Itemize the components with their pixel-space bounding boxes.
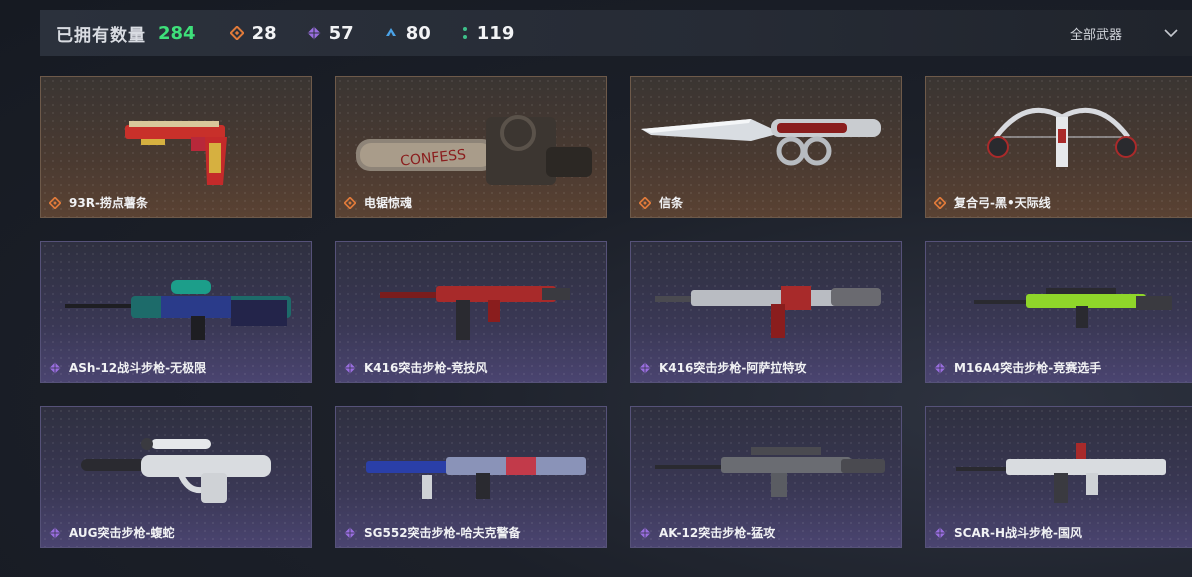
weapon-card[interactable]: CONFESS 电锯惊魂	[335, 76, 607, 218]
weapon-caption: M16A4突击步枪-竞赛选手	[934, 359, 1101, 376]
weapon-name: 复合弓-黑•天际线	[954, 196, 1051, 210]
orange-diamond-icon	[229, 26, 244, 40]
stat-green-value: 119	[476, 22, 515, 44]
rifle-image	[366, 457, 586, 499]
rifle-image	[655, 447, 885, 497]
purple-diamond-icon	[934, 527, 946, 538]
weapon-name: 93R-捞点薯条	[69, 196, 148, 210]
weapon-caption: AUG突击步枪-蝮蛇	[49, 524, 175, 541]
rifle-image	[974, 288, 1172, 328]
stat-purple-value: 57	[328, 22, 354, 44]
weapon-card[interactable]: K416突击步枪-竞技风	[335, 241, 607, 383]
weapon-name: 信条	[659, 196, 684, 210]
weapon-card[interactable]: 信条	[630, 76, 902, 218]
purple-diamond-icon	[344, 527, 356, 538]
orange-diamond-icon	[934, 196, 946, 209]
weapon-name: AK-12突击步枪-猛攻	[659, 526, 776, 540]
weapon-caption: 复合弓-黑•天际线	[934, 194, 1051, 211]
weapon-card[interactable]: ASh-12战斗步枪-无极限	[40, 241, 312, 383]
orange-diamond-icon	[344, 196, 356, 209]
stat-green: 119	[461, 22, 515, 44]
purple-diamond-icon	[934, 362, 946, 373]
weapon-caption: 信条	[639, 194, 683, 211]
weapon-card[interactable]: AUG突击步枪-蝮蛇	[40, 406, 312, 548]
weapon-caption: 电锯惊魂	[344, 194, 412, 211]
purple-diamond-icon	[639, 527, 651, 538]
inventory-header: 已拥有数量 284 28 57 80 119 全部武器	[40, 10, 1192, 56]
blue-triangle-icon	[385, 28, 396, 36]
rifle-image	[81, 438, 271, 503]
weapon-caption: K416突击步枪-阿萨拉特攻	[639, 359, 806, 376]
stat-orange-value: 28	[251, 22, 277, 44]
weapon-name: M16A4突击步枪-竞赛选手	[954, 361, 1102, 375]
pistol-image	[125, 121, 227, 185]
purple-diamond-icon	[639, 362, 651, 373]
weapon-card[interactable]: SG552突击步枪-哈夫克警备	[335, 406, 607, 548]
stat-orange: 28	[229, 22, 277, 44]
purple-diamond-icon	[49, 362, 61, 373]
stat-blue-value: 80	[405, 22, 431, 44]
weapon-card[interactable]: 复合弓-黑•天际线	[925, 76, 1192, 218]
weapon-name: K416突击步枪-竞技风	[364, 361, 488, 375]
compound-bow-image	[987, 107, 1137, 167]
weapon-name: ASh-12战斗步枪-无极限	[69, 361, 207, 375]
knife-image	[641, 119, 881, 166]
weapon-caption: K416突击步枪-竞技风	[344, 359, 487, 376]
chevron-down-icon	[1164, 29, 1178, 38]
purple-diamond-icon	[307, 26, 321, 40]
weapon-name: K416突击步枪-阿萨拉特攻	[659, 361, 807, 375]
weapon-caption: 93R-捞点薯条	[49, 194, 148, 211]
weapon-card[interactable]: K416突击步枪-阿萨拉特攻	[630, 241, 902, 383]
stat-purple: 57	[307, 23, 354, 44]
purple-diamond-icon	[344, 362, 356, 373]
purple-diamond-icon	[49, 527, 61, 538]
weapon-name: AUG突击步枪-蝮蛇	[69, 526, 175, 540]
weapon-caption: SCAR-H战斗步枪-国风	[934, 524, 1082, 541]
weapon-caption: AK-12突击步枪-猛攻	[639, 524, 775, 541]
weapon-filter-label: 全部武器	[1069, 27, 1122, 43]
weapon-card[interactable]: SCAR-H战斗步枪-国风	[925, 406, 1192, 548]
weapon-name: 电锯惊魂	[364, 196, 413, 210]
chainsaw-image: CONFESS	[356, 115, 592, 185]
weapon-name: SCAR-H战斗步枪-国风	[954, 526, 1082, 540]
weapon-filter-dropdown[interactable]: 全部武器	[1070, 10, 1178, 56]
owned-count: 284	[158, 22, 196, 44]
rifle-image	[956, 443, 1166, 503]
weapon-name: SG552突击步枪-哈夫克警备	[364, 526, 521, 540]
rifle-image	[655, 286, 881, 338]
owned-label: 已拥有数量	[56, 25, 146, 46]
rifle-image	[380, 286, 570, 340]
stat-blue: 80	[384, 23, 431, 44]
orange-diamond-icon	[639, 196, 651, 209]
rifle-image	[65, 280, 291, 340]
orange-diamond-icon	[49, 196, 61, 209]
weapon-card[interactable]: AK-12突击步枪-猛攻	[630, 406, 902, 548]
weapon-caption: SG552突击步枪-哈夫克警备	[344, 524, 521, 541]
weapon-card[interactable]: 93R-捞点薯条	[40, 76, 312, 218]
weapon-caption: ASh-12战斗步枪-无极限	[49, 359, 206, 376]
weapon-card[interactable]: M16A4突击步枪-竞赛选手	[925, 241, 1192, 383]
green-dots-icon	[462, 27, 467, 39]
